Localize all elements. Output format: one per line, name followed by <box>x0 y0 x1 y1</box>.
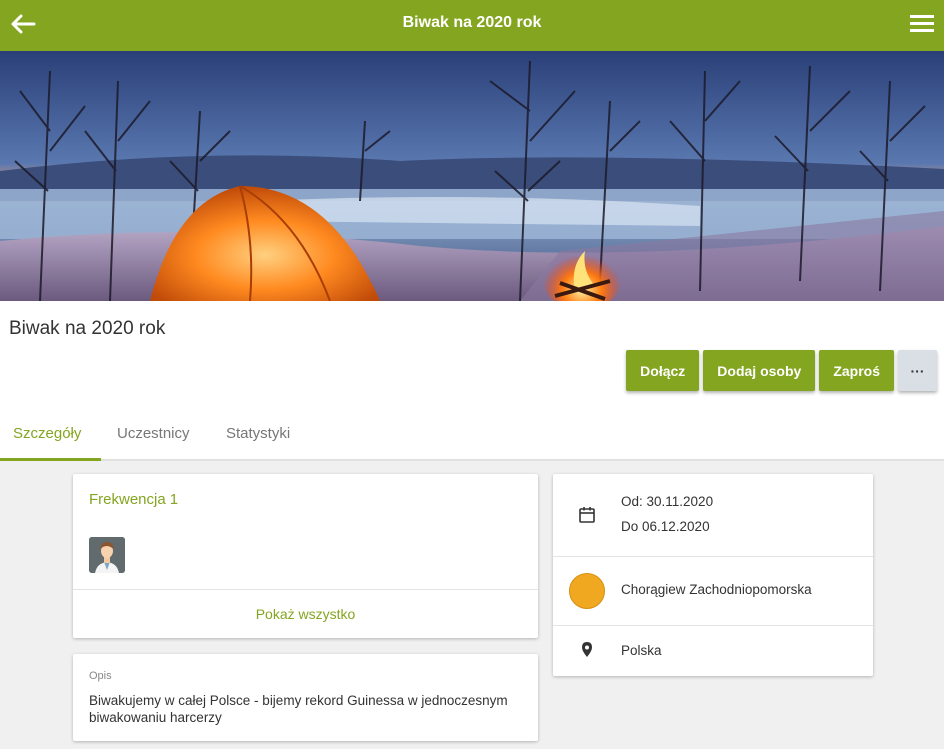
event-title: Biwak na 2020 rok <box>9 318 166 339</box>
calendar-icon <box>579 507 595 523</box>
event-info-card: Od: 30.11.2020 Do 06.12.2020 Chorągiew Z… <box>553 474 873 676</box>
location-text: Polska <box>621 643 662 658</box>
divider <box>73 589 538 590</box>
date-from: Od: 30.11.2020 <box>621 494 714 509</box>
date-to: Do 06.12.2020 <box>621 519 710 534</box>
description-label: Opis <box>89 670 112 682</box>
event-header: Biwak na 2020 rok Dołącz Dodaj osoby Zap… <box>0 301 944 461</box>
active-tab-indicator <box>0 458 101 461</box>
action-buttons: Dołącz Dodaj osoby Zaproś ··· <box>626 350 937 391</box>
tab-bar: Szczegóły Uczestnicy Statystyki <box>0 411 944 461</box>
tab-details[interactable]: Szczegóły <box>13 425 81 442</box>
hamburger-menu-icon[interactable] <box>910 14 934 32</box>
tab-statistics[interactable]: Statystyki <box>226 425 290 442</box>
show-all-link[interactable]: Pokaż wszystko <box>73 606 538 622</box>
organization-name[interactable]: Chorągiew Zachodniopomorska <box>621 582 812 597</box>
tab-participants[interactable]: Uczestnicy <box>117 425 190 442</box>
divider <box>553 556 873 557</box>
attendance-label: Frekwencja <box>89 491 166 508</box>
more-options-button[interactable]: ··· <box>898 350 937 391</box>
attendance-card: Frekwencja 1 Pokaż wszystko <box>73 474 538 638</box>
app-header: Biwak na 2020 rok <box>0 0 944 51</box>
description-text: Biwakujemy w całej Polsce - bijemy rekor… <box>89 693 508 725</box>
organization-badge <box>569 573 605 609</box>
participant-avatar[interactable] <box>89 537 125 573</box>
divider <box>553 625 873 626</box>
add-people-button[interactable]: Dodaj osoby <box>703 350 816 391</box>
attendance-count: 1 <box>169 491 179 508</box>
description-card: Opis Biwakujemy w całej Polsce - bijemy … <box>73 654 538 741</box>
attendance-title: Frekwencja 1 <box>89 491 178 508</box>
location-pin-icon <box>582 642 592 657</box>
join-button[interactable]: Dołącz <box>626 350 700 391</box>
page-title: Biwak na 2020 rok <box>402 14 542 31</box>
event-banner-image <box>0 51 944 301</box>
invite-button[interactable]: Zaproś <box>819 350 894 391</box>
